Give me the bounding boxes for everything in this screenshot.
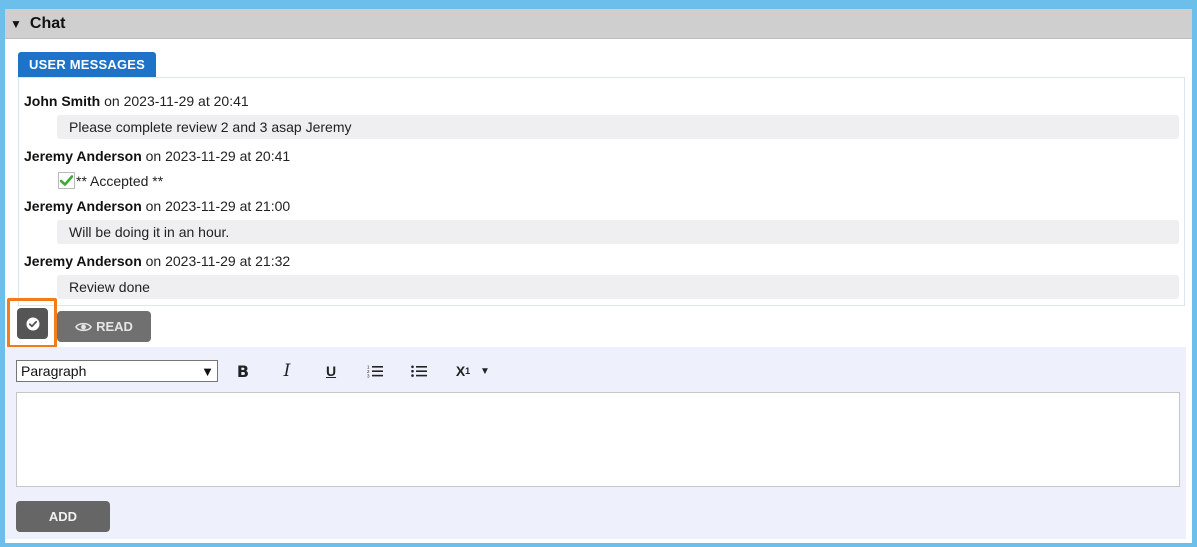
- checkmark-icon: [58, 172, 75, 189]
- tab-user-messages[interactable]: USER MESSAGES: [18, 52, 157, 77]
- check-circle-icon: [26, 317, 39, 330]
- panel-header[interactable]: ▼ Chat: [5, 9, 1192, 39]
- message-header: John Smith on 2023-11-29 at 20:41: [24, 93, 249, 109]
- collapse-toggle-icon[interactable]: ▼: [10, 17, 22, 31]
- message-author: Jeremy Anderson: [24, 253, 142, 269]
- message-body: Review done: [57, 275, 1179, 299]
- subscript-index: 1: [465, 366, 471, 376]
- message-timestamp: on 2023-11-29 at 21:00: [141, 198, 291, 214]
- message-timestamp: on 2023-11-29 at 21:32: [141, 253, 291, 269]
- read-button[interactable]: READ: [57, 311, 151, 342]
- message-body: Please complete review 2 and 3 asap Jere…: [57, 115, 1179, 139]
- bullet-list-button[interactable]: [408, 360, 430, 382]
- message-header: Jeremy Anderson on 2023-11-29 at 21:32: [24, 253, 290, 269]
- message-list: John Smith on 2023-11-29 at 20:41 Please…: [18, 77, 1185, 306]
- message-body: ** Accepted **: [76, 172, 164, 189]
- bold-button[interactable]: B: [232, 360, 254, 382]
- message-timestamp: on 2023-11-29 at 20:41: [100, 93, 249, 109]
- editor-toolbar: Paragraph ▼ B I U 1 2 3 X 1 ▼: [16, 359, 490, 383]
- numbered-list-icon: 1 2 3: [367, 365, 383, 379]
- message-author: Jeremy Anderson: [24, 198, 142, 214]
- accept-button[interactable]: [17, 308, 48, 339]
- panel-title: Chat: [29, 14, 66, 32]
- subscript-button[interactable]: X1: [452, 360, 474, 382]
- bullet-list-icon: [411, 365, 427, 377]
- numbered-list-button[interactable]: 1 2 3: [364, 360, 386, 382]
- message-input[interactable]: [16, 392, 1180, 487]
- message-editor: Paragraph ▼ B I U 1 2 3 X 1 ▼ ADD: [5, 347, 1186, 539]
- read-button-label: READ: [96, 319, 133, 334]
- chat-panel: ▼ Chat USER MESSAGES John Smith on 2023-…: [5, 9, 1192, 543]
- format-select[interactable]: Paragraph ▼: [16, 360, 218, 382]
- italic-button[interactable]: I: [276, 360, 298, 382]
- message-author: Jeremy Anderson: [24, 148, 142, 164]
- message-author: John Smith: [24, 93, 101, 109]
- eye-icon: [75, 322, 92, 331]
- dropdown-arrow-icon: ▼: [201, 363, 214, 379]
- message-header: Jeremy Anderson on 2023-11-29 at 20:41: [24, 148, 290, 164]
- add-button[interactable]: ADD: [16, 501, 110, 532]
- message-body: Will be doing it in an hour.: [57, 220, 1179, 244]
- message-header: Jeremy Anderson on 2023-11-29 at 21:00: [24, 198, 290, 214]
- format-select-value: Paragraph: [21, 363, 87, 379]
- tab-strip: USER MESSAGES: [18, 52, 157, 77]
- subscript-label: X: [455, 363, 466, 379]
- accept-button-highlight: [7, 298, 57, 348]
- svg-text:3: 3: [367, 374, 370, 379]
- message-timestamp: on 2023-11-29 at 20:41: [141, 148, 291, 164]
- more-options-caret-icon[interactable]: ▼: [480, 366, 490, 377]
- accepted-message: ** Accepted **: [58, 172, 163, 189]
- underline-button[interactable]: U: [320, 360, 342, 382]
